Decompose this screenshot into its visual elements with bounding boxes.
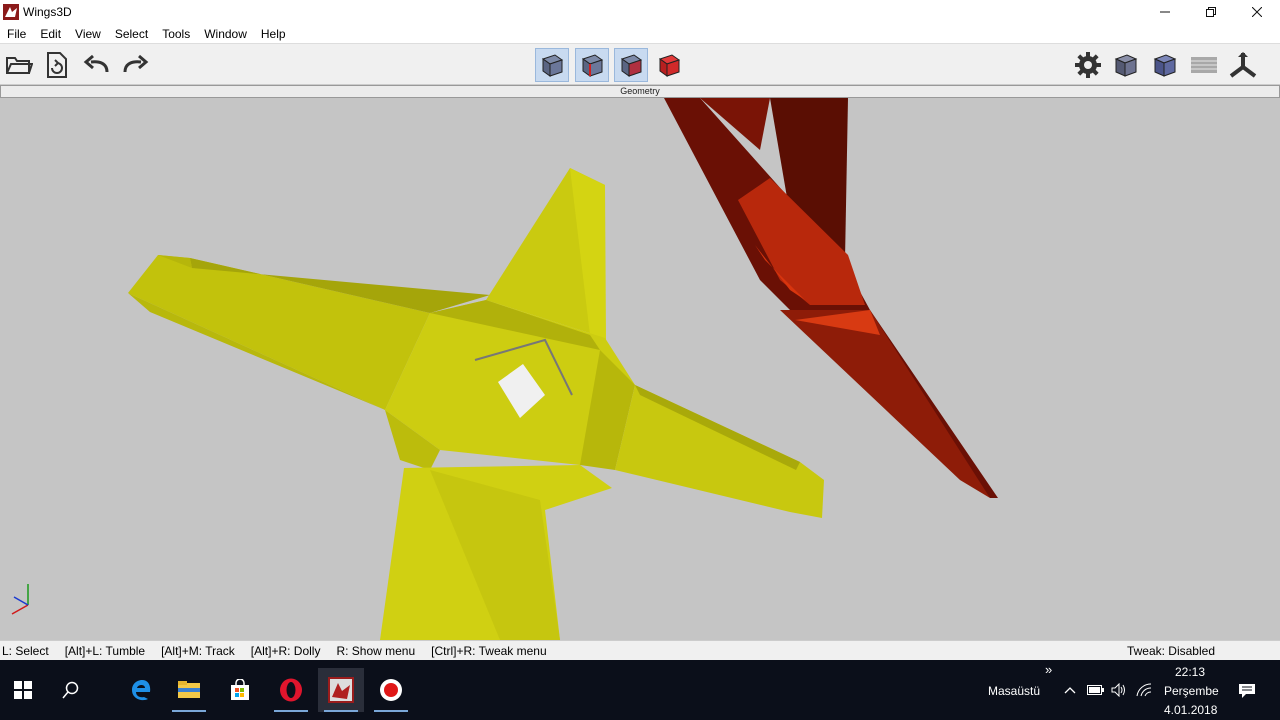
wire-cube-icon: [1153, 54, 1177, 77]
restore-button[interactable]: [1188, 0, 1234, 24]
folder-icon: [178, 681, 200, 698]
wings3d-app-icon: [3, 4, 19, 20]
start-button[interactable]: [0, 668, 46, 712]
revert-file-icon: [47, 52, 67, 78]
close-icon: [1252, 7, 1262, 17]
redo-icon: [123, 54, 149, 73]
status-hint-select: L: Select: [2, 643, 49, 658]
explorer-running-indicator: [172, 710, 206, 712]
geometry-window-header: Geometry: [0, 85, 1280, 98]
action-center-icon[interactable]: [1238, 683, 1256, 699]
clock-date[interactable]: 4.01.2018: [1164, 703, 1217, 717]
opera-running-indicator: [274, 710, 308, 712]
open-file-button[interactable]: [2, 48, 36, 82]
menu-bar: File Edit View Select Tools Window Help: [0, 24, 1280, 44]
taskbar-edge[interactable]: [118, 668, 164, 712]
taskbar-recorder[interactable]: [368, 668, 414, 712]
wifi-icon[interactable]: [1136, 683, 1152, 697]
undo-icon: [83, 54, 109, 73]
axes-icon: [1229, 52, 1257, 78]
tweak-status: Tweak: Disabled: [1126, 644, 1215, 658]
redo-button[interactable]: [118, 48, 152, 82]
gear-icon: [1075, 52, 1101, 78]
menu-file[interactable]: File: [0, 27, 33, 41]
smooth-shading-button[interactable]: [1109, 48, 1143, 82]
window-title: Wings3D: [23, 5, 72, 19]
menu-help[interactable]: Help: [254, 27, 293, 41]
record-icon: [380, 679, 402, 701]
store-bag-icon: [231, 679, 249, 700]
clock-time[interactable]: 22:13: [1175, 665, 1205, 679]
status-hint-show-menu: R: Show menu: [336, 643, 416, 658]
taskbar-wings3d[interactable]: [318, 668, 364, 712]
clock-day[interactable]: Perşembe: [1164, 684, 1219, 698]
body-select-mode-button[interactable]: [652, 48, 686, 82]
show-hidden-icons-icon[interactable]: [1064, 686, 1076, 694]
edge-mode-cube-icon: [581, 54, 604, 77]
yellow-star-object[interactable]: [128, 168, 824, 640]
open-folder-icon: [6, 57, 33, 74]
menu-window[interactable]: Window: [197, 27, 254, 41]
status-hint-tweak-menu: [Ctrl]+R: Tweak menu: [431, 643, 547, 658]
battery-icon[interactable]: [1087, 685, 1105, 695]
taskbar-opera[interactable]: [268, 668, 314, 712]
axes-toggle-button[interactable]: [1226, 48, 1260, 82]
menu-tools[interactable]: Tools: [155, 27, 197, 41]
search-button[interactable]: [48, 668, 94, 712]
undo-button[interactable]: [80, 48, 114, 82]
status-hint-tumble: [Alt]+L: Tumble: [64, 643, 146, 658]
wireframe-toggle-button[interactable]: [1148, 48, 1182, 82]
scene-canvas: [11, 98, 998, 640]
toolbar-overflow-chevron[interactable]: »: [1045, 662, 1052, 677]
title-bar: Wings3D: [0, 0, 1280, 24]
restore-icon: [1206, 7, 1216, 17]
face-mode-cube-icon: [620, 54, 643, 77]
status-bar: L: Select [Alt]+L: Tumble [Alt]+M: Track…: [0, 640, 1280, 660]
windows-taskbar: » Masaüstü 22:13 Perşembe 4.01.2018: [0, 660, 1280, 720]
status-hint-track: [Alt]+M: Track: [161, 643, 235, 658]
volume-icon[interactable]: [1111, 683, 1127, 697]
edge-select-mode-button[interactable]: [575, 48, 609, 82]
taskbar-file-explorer[interactable]: [166, 668, 212, 712]
menu-edit[interactable]: Edit: [33, 27, 68, 41]
windows-logo-icon: [14, 681, 32, 699]
save-revert-button[interactable]: [40, 48, 74, 82]
vertex-select-mode-button[interactable]: [535, 48, 569, 82]
taskbar-store[interactable]: [217, 668, 263, 712]
minimize-button[interactable]: [1142, 0, 1188, 24]
ground-grid-icon: [1191, 57, 1217, 73]
recorder-running-indicator: [374, 710, 408, 712]
face-select-mode-button[interactable]: [614, 48, 648, 82]
search-icon: [62, 681, 79, 699]
edge-browser-icon: [132, 680, 151, 701]
wings3d-running-indicator: [324, 710, 358, 712]
ground-plane-button[interactable]: [1187, 48, 1221, 82]
wings3d-taskbar-icon: [328, 677, 354, 703]
body-mode-cube-icon: [658, 54, 681, 77]
minimize-icon: [1160, 11, 1170, 13]
close-button[interactable]: [1234, 0, 1280, 24]
smooth-cube-icon: [1114, 54, 1138, 77]
axis-gizmo: [11, 584, 29, 615]
menu-view[interactable]: View: [68, 27, 108, 41]
toolbar: [0, 44, 1280, 85]
settings-button[interactable]: [1071, 48, 1105, 82]
opera-browser-icon: [280, 678, 302, 702]
menu-select[interactable]: Select: [108, 27, 155, 41]
status-hint-dolly: [Alt]+R: Dolly: [250, 643, 321, 658]
vertex-mode-cube-icon: [541, 54, 564, 77]
geometry-viewport[interactable]: [0, 98, 1280, 640]
desktop-toolbar-label[interactable]: Masaüstü: [988, 684, 1040, 698]
